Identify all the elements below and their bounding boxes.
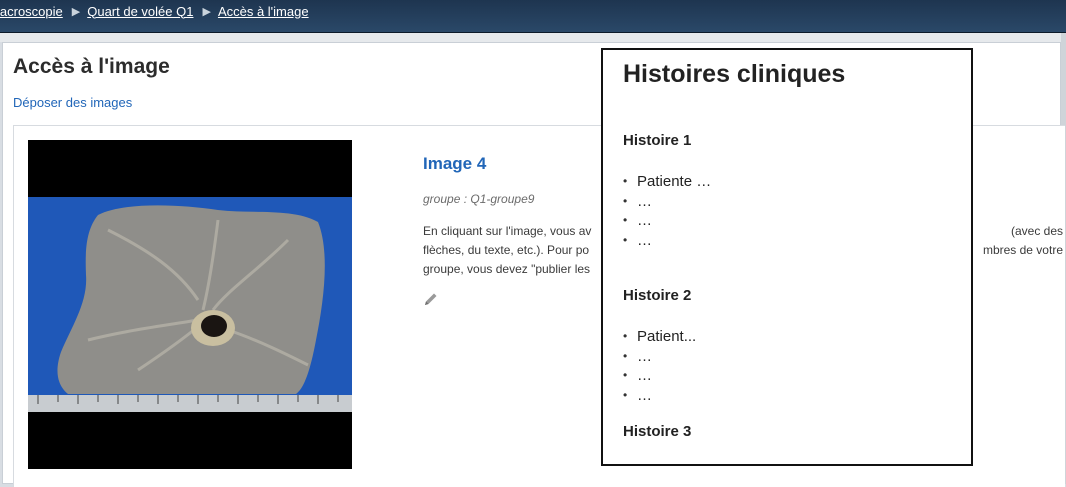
page-title: Accès à l'image [13,55,170,78]
story-list-1: • Patiente … •… •… •… [623,172,711,250]
breadcrumb-item-quart-de-volee[interactable]: Quart de volée Q1 [87,4,193,19]
list-item: •… [623,231,652,249]
image-title[interactable]: Image 4 [423,154,486,174]
list-item: •… [623,367,652,384]
group-label: groupe : Q1-groupe9 [423,192,535,206]
specimen-image[interactable] [28,140,352,469]
header-divider [0,33,1066,42]
lung-specimen-photo [28,140,352,469]
clinical-stories-popup: Histoires cliniques Histoire 1 • Patiente… [601,48,973,466]
story-heading-2: Histoire 2 [623,287,692,304]
description-line-1: En cliquant sur l'image, vous av [423,224,592,238]
breadcrumb-arrow-icon: ▶ [71,5,81,18]
story-heading-1: Histoire 1 [623,132,692,149]
bullet-icon: • [623,213,628,227]
bullet-icon: • [623,329,628,343]
description-line-1-end: (avec des [1010,224,1063,238]
breadcrumb-item-macroscopie[interactable]: lacroscopie [0,4,63,19]
list-item: • Patiente … [623,173,712,190]
breadcrumb-arrow-icon: ▶ [202,5,211,18]
popup-title: Histoires cliniques [623,60,846,88]
list-item: • Patient... [623,328,697,345]
list-item: •… [623,347,652,365]
top-nav-bar: lacroscopie ▶ Quart de volée Q1 ▶ Accès … [0,0,1066,33]
story-list-2: • Patient... •… •… •… [623,327,696,405]
bullet-icon: • [623,174,628,188]
bullet-icon: • [623,368,628,382]
bullet-icon: • [623,387,628,402]
breadcrumb: lacroscopie ▶ Quart de volée Q1 ▶ Accès … [0,1,309,21]
list-item: •… [623,386,652,404]
bullet-icon: • [623,232,628,247]
bullet-icon: • [623,193,628,208]
list-item: •… [623,212,652,229]
breadcrumb-item-acces-image[interactable]: Accès à l'image [218,4,309,19]
description-line-2-end: mbres de votre [982,243,1063,257]
description-line-2: flèches, du texte, etc.). Pour po [423,243,590,257]
bullet-icon: • [623,348,628,363]
story-heading-3: Histoire 3 [623,423,692,440]
list-item: •… [623,192,652,210]
description-line-3: groupe, vous devez "publier les [423,262,591,276]
pencil-icon[interactable] [423,291,439,307]
upload-images-link[interactable]: Déposer des images [13,95,132,110]
